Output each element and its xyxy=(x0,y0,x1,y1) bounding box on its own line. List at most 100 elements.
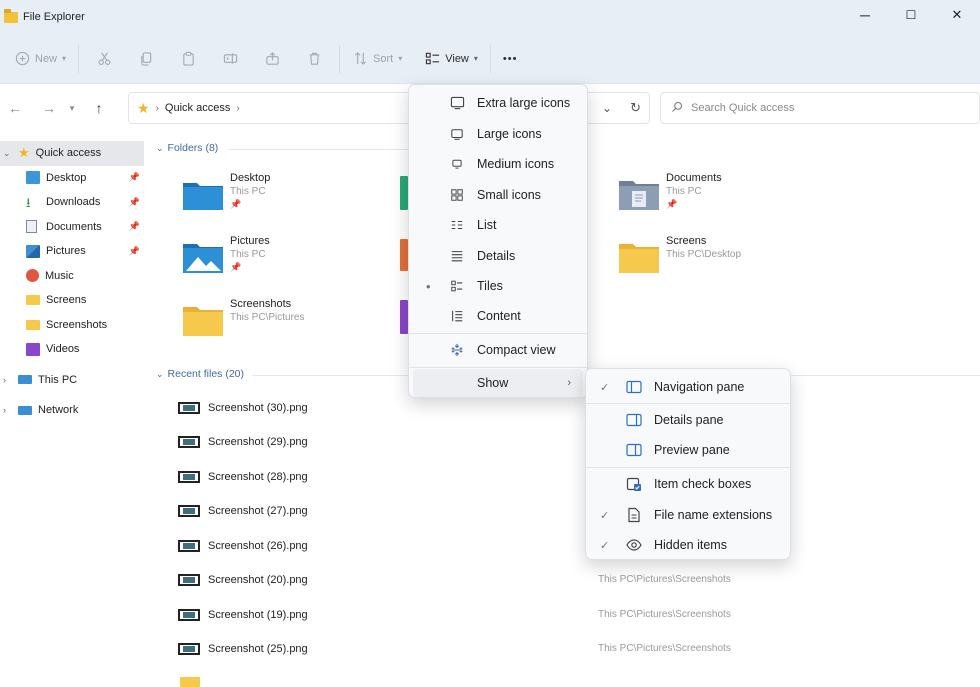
recent-locations-button[interactable]: ▾ xyxy=(64,93,80,123)
star-icon: ★ xyxy=(137,99,150,116)
search-placeholder: Search Quick access xyxy=(691,102,795,114)
recent-file-row[interactable]: Screenshot (30).png xyxy=(178,398,308,418)
show-hidden-items[interactable]: ✓ Hidden items xyxy=(590,530,786,560)
view-button[interactable]: View ▾ xyxy=(416,43,486,75)
view-small-icons[interactable]: Small icons xyxy=(413,180,583,210)
chevron-right-icon[interactable]: › xyxy=(3,405,6,415)
sidebar-item-music[interactable]: Music xyxy=(0,264,148,289)
close-button[interactable]: ✕ xyxy=(934,0,980,30)
recent-file-row[interactable]: Screenshot (19).png xyxy=(178,605,308,625)
folders-section-header[interactable]: ⌄ Folders (8) xyxy=(156,142,218,154)
trash-icon xyxy=(306,51,322,67)
search-icon xyxy=(671,101,683,116)
search-input[interactable]: Search Quick access xyxy=(660,92,980,124)
show-file-name-extensions[interactable]: ✓ File name extensions xyxy=(590,500,786,530)
pin-icon: 📌 xyxy=(128,221,140,232)
breadcrumb-quick-access[interactable]: Quick access xyxy=(165,102,230,114)
folder-location: This PC\Desktop xyxy=(666,249,742,260)
folder-tile-screenshots[interactable]: Screenshots This PC\Pictures xyxy=(182,298,382,352)
view-compact-view[interactable]: Compact view xyxy=(413,335,583,365)
sidebar-item-screens[interactable]: Screens xyxy=(0,288,148,313)
share-button[interactable] xyxy=(251,43,293,75)
section-divider xyxy=(252,375,408,376)
sidebar-item-label: Downloads xyxy=(46,196,101,209)
new-button[interactable]: New ▾ xyxy=(6,43,74,75)
rename-button[interactable] xyxy=(209,43,251,75)
forward-button[interactable]: → xyxy=(34,93,64,123)
sidebar-item-desktop[interactable]: Desktop 📌 xyxy=(0,166,148,191)
up-button[interactable]: ↑ xyxy=(84,93,114,123)
file-extension-icon xyxy=(626,507,642,523)
chevron-down-icon: ⌄ xyxy=(156,142,164,153)
sidebar-item-downloads[interactable]: ⭳ Downloads 📌 xyxy=(0,190,148,215)
paste-button[interactable] xyxy=(167,43,209,75)
sidebar-item-label: Documents xyxy=(46,220,102,233)
recent-file-row[interactable]: Screenshot (27).png xyxy=(178,501,308,521)
chevron-right-icon[interactable]: › xyxy=(3,375,6,385)
folder-tile-screens[interactable]: Screens This PC\Desktop xyxy=(618,235,818,289)
menu-item-label: Content xyxy=(477,309,521,323)
monitor-icon xyxy=(449,95,465,111)
view-details[interactable]: Details xyxy=(413,241,583,271)
folder-location: This PC xyxy=(230,249,266,260)
minimize-button[interactable]: ─ xyxy=(842,0,888,30)
sidebar-item-videos[interactable]: Videos xyxy=(0,337,148,362)
arrow-left-icon: ← xyxy=(8,100,22,116)
view-list[interactable]: List xyxy=(413,210,583,240)
sidebar-item-pictures[interactable]: Pictures 📌 xyxy=(0,239,148,264)
view-large-icons[interactable]: Large icons xyxy=(413,119,583,149)
menu-item-label: Show xyxy=(477,376,509,390)
chevron-right-icon[interactable]: › xyxy=(236,103,239,114)
sidebar-item-screenshots[interactable]: Screenshots xyxy=(0,313,148,338)
folder-tile-desktop[interactable]: Desktop This PC 📌 xyxy=(182,172,382,226)
view-medium-icons[interactable]: Medium icons xyxy=(413,149,583,179)
menu-item-label: Details pane xyxy=(654,413,724,427)
view-label: View xyxy=(445,52,469,65)
view-tiles[interactable]: • Tiles xyxy=(413,271,583,301)
menu-item-label: Compact view xyxy=(477,343,556,357)
folder-tile-documents[interactable]: Documents This PC 📌 xyxy=(618,172,818,226)
back-button[interactable]: ← xyxy=(0,93,30,123)
delete-button[interactable] xyxy=(293,43,335,75)
show-item-check-boxes[interactable]: Item check boxes xyxy=(590,469,786,499)
recent-section-header[interactable]: ⌄ Recent files (20) xyxy=(156,368,244,380)
recent-file-row[interactable]: Screenshot (25).png xyxy=(178,639,308,659)
pin-icon: 📌 xyxy=(666,199,678,209)
sort-label: Sort xyxy=(373,52,394,65)
recent-file-row[interactable]: Screenshot (28).png xyxy=(178,467,308,487)
view-content[interactable]: Content xyxy=(413,301,583,331)
view-show-submenu[interactable]: Show › xyxy=(413,369,583,397)
rename-icon xyxy=(222,51,238,67)
recent-file-row[interactable]: Screenshot (29).png xyxy=(178,432,308,452)
refresh-icon[interactable]: ↻ xyxy=(630,100,641,116)
details-icon xyxy=(449,248,465,264)
sidebar-item-documents[interactable]: Documents 📌 xyxy=(0,215,148,240)
show-preview-pane[interactable]: Preview pane xyxy=(590,435,786,465)
copy-button[interactable] xyxy=(125,43,167,75)
sidebar-item-network[interactable]: › Network xyxy=(0,398,148,423)
preview-pane-icon xyxy=(626,442,642,458)
chevron-down-icon: ▾ xyxy=(69,102,75,113)
view-extra-large-icons[interactable]: Extra large icons xyxy=(413,88,583,118)
compact-view-icon xyxy=(449,342,465,358)
show-details-pane[interactable]: Details pane xyxy=(590,405,786,435)
chevron-down-icon[interactable]: ⌄ xyxy=(3,148,11,159)
recent-file-row[interactable]: Screenshot (20).png xyxy=(178,570,308,590)
sidebar-item-quick-access[interactable]: ⌄ ★ Quick access xyxy=(0,141,144,166)
sidebar-item-this-pc[interactable]: › This PC xyxy=(0,368,148,393)
menu-item-label: Extra large icons xyxy=(477,96,571,110)
address-dropdown-icon[interactable]: ⌄ xyxy=(602,101,612,115)
sort-button[interactable]: Sort ▾ xyxy=(344,43,410,75)
more-options-button[interactable]: ••• xyxy=(495,43,526,75)
recent-file-row[interactable]: Screenshot (26).png xyxy=(178,536,308,556)
view-icon xyxy=(424,51,440,67)
checkmark-icon: ✓ xyxy=(600,381,610,394)
show-navigation-pane[interactable]: ✓ Navigation pane xyxy=(590,372,786,402)
pictures-folder-icon xyxy=(182,241,224,275)
maximize-button[interactable]: ☐ xyxy=(888,0,934,30)
cut-button[interactable] xyxy=(83,43,125,75)
title-bar: File Explorer ─ ☐ ✕ xyxy=(0,0,980,34)
folder-tile-pictures[interactable]: Pictures This PC 📌 xyxy=(182,235,382,289)
menu-divider xyxy=(586,467,790,468)
image-file-icon xyxy=(178,471,200,483)
